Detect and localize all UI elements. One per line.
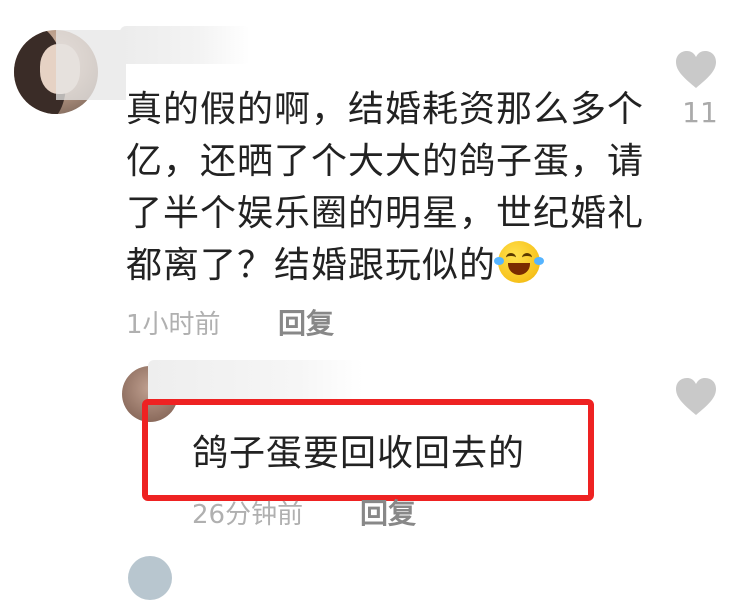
reply-timestamp: 26分钟前: [192, 500, 304, 530]
laughing-emoji-icon: [494, 241, 545, 283]
redacted-reply-username: [148, 360, 363, 404]
heart-icon: [676, 51, 716, 88]
redacted-username: [120, 26, 250, 64]
reply-like-button[interactable]: [674, 377, 718, 417]
redacted-overlay: [56, 30, 126, 100]
next-comment-avatar[interactable]: [128, 556, 172, 600]
comment-body: 真的假的啊，结婚耗资那么多个亿，还晒了个大大的鸽子蛋，请了半个娱乐圈的明星，世纪…: [126, 84, 656, 292]
reply-reply-button[interactable]: 回复: [360, 492, 416, 532]
reply-text: 鸽子蛋要回收回去的: [192, 433, 526, 474]
comment-text: 真的假的啊，结婚耗资那么多个亿，还晒了个大大的鸽子蛋，请了半个娱乐圈的明星，世纪…: [126, 89, 645, 286]
like-button[interactable]: [674, 50, 718, 90]
heart-icon: [676, 378, 716, 415]
like-count: 11: [682, 96, 718, 129]
comment-timestamp: 1小时前: [126, 310, 221, 340]
reply-button[interactable]: 回复: [278, 302, 334, 342]
